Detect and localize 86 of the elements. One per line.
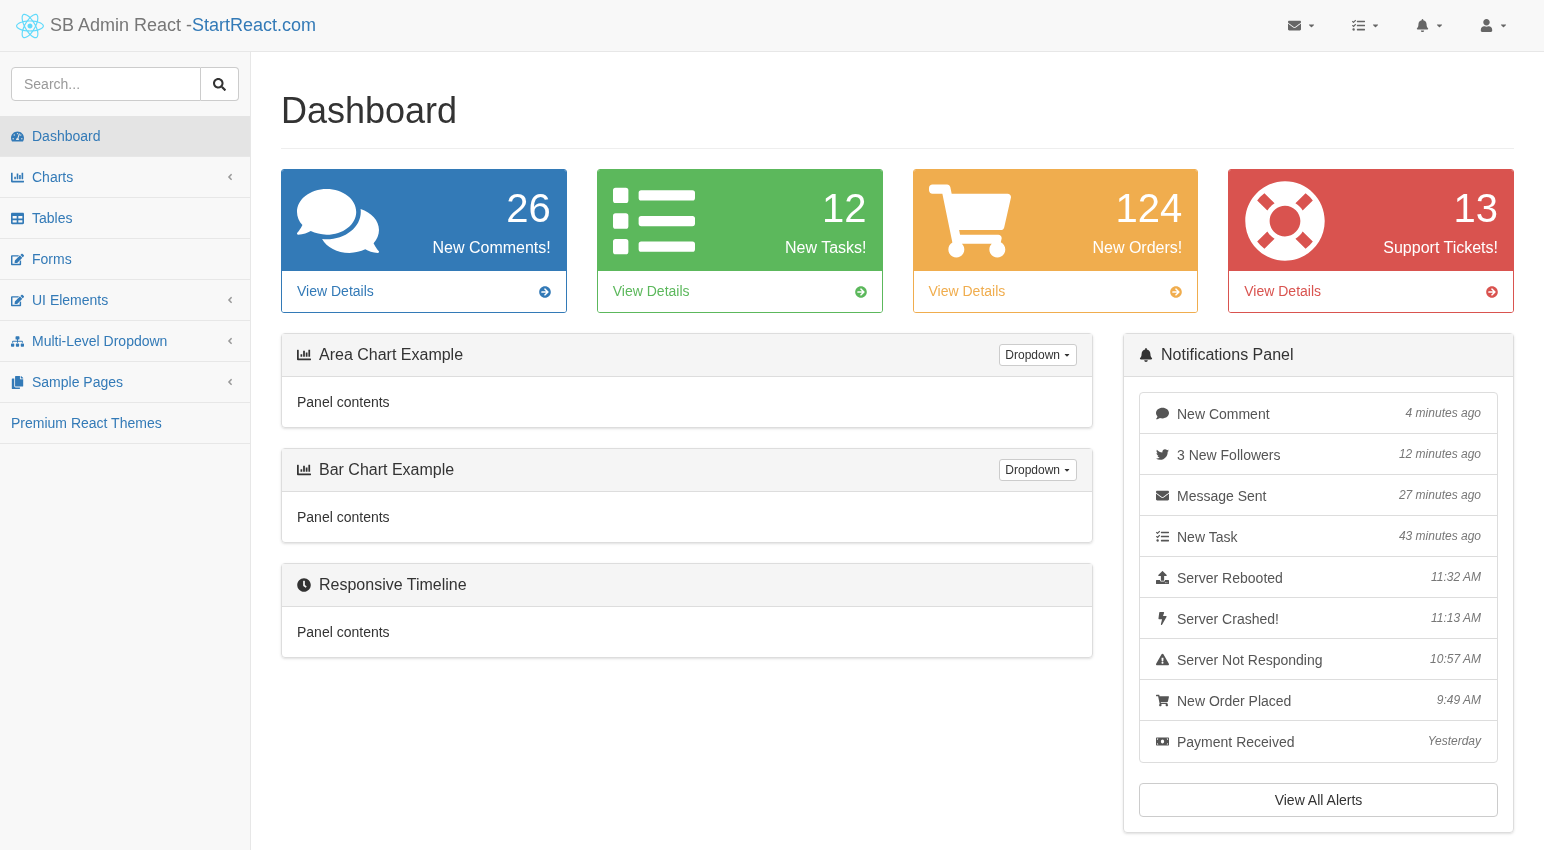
notification-time: 11:32 AM [1430,569,1481,586]
caret-icon [1435,21,1444,30]
page-title: Dashboard [281,89,459,133]
user-icon [1480,19,1493,32]
notification-item[interactable]: Server Rebooted 11:32 AM [1140,557,1497,598]
atom-icon [16,11,44,40]
bar-chart-icon [297,463,311,477]
notification-item[interactable]: New Comment 4 minutes ago [1140,393,1497,434]
brand-title[interactable]: SB Admin React - [50,12,193,39]
caret-icon [1499,21,1508,30]
panel-body-text: Panel contents [297,622,390,642]
search-button[interactable] [201,67,239,101]
stat-count: 13 [1453,185,1498,232]
stat-label: New Orders! [1092,238,1183,258]
sidebar-item[interactable]: Multi-Level Dropdown [0,321,250,362]
sidebar-item[interactable]: Premium React Themes [0,403,250,444]
sidebar-item[interactable]: UI Elements [0,280,250,321]
stat-label: Support Tickets! [1383,238,1498,258]
search-icon [213,77,226,91]
bar-chart-icon [297,348,311,362]
panel-title: Notifications Panel [1161,345,1294,365]
notification-time: 11:13 AM [1430,610,1481,627]
tasks-icon [1156,530,1169,543]
envelope-icon [1156,489,1169,502]
stat-count: 12 [822,185,867,232]
sidebar-item[interactable]: Dashboard [0,116,250,157]
view-all-alerts-button[interactable]: View All Alerts [1139,783,1498,817]
envelope-icon [1288,19,1301,32]
notification-item[interactable]: Message Sent 27 minutes ago [1140,475,1497,516]
notification-item[interactable]: Server Crashed! 11:13 AM [1140,598,1497,639]
notification-item[interactable]: New Task 43 minutes ago [1140,516,1497,557]
notification-time: 4 minutes ago [1405,405,1481,422]
edit-icon [11,252,24,266]
bell-icon [1139,348,1153,362]
upload-icon [1156,571,1169,584]
stat-label: New Comments! [432,238,551,258]
sidebar-item[interactable]: Sample Pages [0,362,250,403]
tasks-icon [1352,19,1365,32]
notification-time: 9:49 AM [1436,692,1481,709]
stat-label: New Tasks! [785,238,867,258]
panel-title: Bar Chart Example [319,460,455,480]
arrow-right-icon [538,285,551,298]
stat-count: 26 [506,185,551,232]
caret-icon [1307,21,1316,30]
bird-icon [1156,448,1169,461]
panel-body-text: Panel contents [297,507,390,527]
table-icon [11,211,24,225]
money-icon [1156,735,1169,748]
dropdown-button[interactable]: Dropdown [999,344,1077,366]
arrow-right-icon [854,285,867,298]
edit-icon [11,293,24,307]
caret-icon [1371,21,1380,30]
life-ring-icon [1244,180,1327,262]
sidebar-item[interactable]: Forms [0,239,250,280]
notification-time: 10:57 AM [1430,651,1481,668]
notification-item[interactable]: Payment Received Yesterday [1140,721,1497,762]
panel-title: Area Chart Example [319,345,464,365]
sitemap-icon [11,334,24,348]
stat-count: 124 [1115,185,1183,232]
caret-icon [1063,466,1071,474]
brand-link[interactable]: StartReact.com [192,12,317,39]
panel-body-text: Panel contents [297,392,390,412]
notification-item[interactable]: Server Not Responding 10:57 AM [1140,639,1497,680]
cart-icon [1156,694,1169,707]
bolt-icon [1156,612,1169,625]
warning-icon [1156,653,1169,666]
sidebar-item[interactable]: Tables [0,198,250,239]
notification-time: Yesterday [1427,733,1481,750]
copy-icon [11,375,24,389]
notification-item[interactable]: New Order Placed 9:49 AM [1140,680,1497,721]
notification-time: 12 minutes ago [1398,446,1481,463]
arrow-right-icon [1486,285,1498,298]
bar-chart-icon [11,170,24,184]
caret-icon [1063,351,1071,359]
dashboard-icon [11,129,24,143]
notification-time: 43 minutes ago [1398,528,1481,545]
bell-icon [1416,19,1429,32]
arrow-right-icon [1170,285,1183,298]
panel-title: Responsive Timeline [319,575,467,595]
sidebar-item[interactable]: Charts [0,157,250,198]
notification-item[interactable]: 3 New Followers 12 minutes ago [1140,434,1497,475]
notification-time: 27 minutes ago [1398,487,1481,504]
search-field[interactable]: Search... [11,67,201,101]
dropdown-button[interactable]: Dropdown [999,459,1077,481]
comment-icon [1156,407,1169,420]
clock-icon [297,578,311,592]
